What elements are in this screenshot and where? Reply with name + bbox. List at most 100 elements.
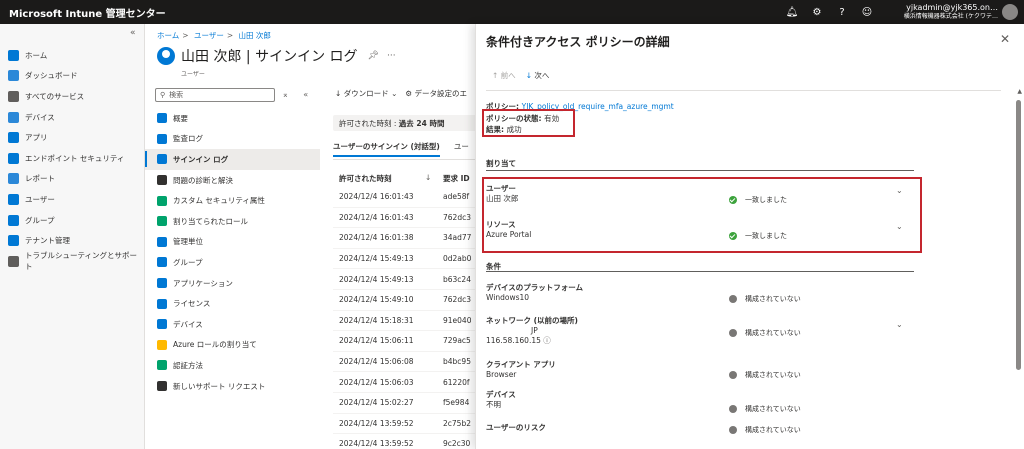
breadcrumb-home[interactable]: ホーム: [157, 31, 179, 40]
pin-icon[interactable]: 📌︎: [368, 51, 379, 61]
assignments-heading: 割り当て: [486, 159, 516, 168]
nav-item-label: トラブルシューティングとサポート: [24, 251, 138, 272]
account-info[interactable]: yjkadmin@yjk365.on… 横浜情報機器株式会社 (ケクワテ…: [904, 3, 998, 21]
time-filter[interactable]: 許可された時刻 : 過去 24 時間: [333, 115, 483, 131]
nav-item-label: すべてのサービス: [25, 91, 85, 101]
next-button[interactable]: ↓ 次へ: [526, 70, 550, 81]
menu-item-icon: [157, 298, 167, 309]
filter-clear-icon[interactable]: ⌅: [282, 90, 289, 99]
menu-item[interactable]: カスタム セキュリティ属性: [145, 190, 320, 211]
collapse-menu-button[interactable]: «: [303, 90, 308, 99]
table-row[interactable]: 2024/12/4 16:01:43 ade58f: [333, 187, 475, 208]
menu-item[interactable]: 認証方法: [145, 355, 320, 376]
gear-icon[interactable]: ⚙: [810, 5, 824, 19]
table-row[interactable]: 2024/12/4 15:02:27 f5e984: [333, 393, 475, 414]
collapse-nav-button[interactable]: «: [130, 28, 136, 38]
avatar[interactable]: [1002, 4, 1018, 20]
table-row[interactable]: 2024/12/4 15:49:13 b63c24: [333, 269, 475, 290]
table-row[interactable]: 2024/12/4 16:01:43 762dc3: [333, 208, 475, 229]
menu-item-label: Azure ロールの割り当て: [173, 340, 257, 350]
column-header-time[interactable]: 許可された時刻: [339, 173, 425, 184]
sort-icon[interactable]: ↓: [425, 173, 443, 184]
nav-item-icon: [8, 70, 19, 82]
nav-item[interactable]: テナント管理: [0, 230, 144, 251]
cell-time: 2024/12/4 13:59:52: [339, 418, 414, 428]
menu-item[interactable]: 割り当てられたロール: [145, 211, 320, 232]
menu-item-label: 割り当てられたロール: [173, 216, 248, 226]
table-row[interactable]: 2024/12/4 16:01:38 34ad77: [333, 228, 475, 249]
chevron-down-icon[interactable]: ⌄: [896, 320, 903, 329]
menu-item[interactable]: グループ: [145, 252, 320, 273]
info-icon[interactable]: ⓘ: [543, 336, 551, 345]
record-navigation: ↑ 前へ ↓ 次へ: [492, 70, 549, 81]
scroll-up-icon[interactable]: ▲: [1017, 88, 1022, 95]
menu-item-icon: [157, 360, 167, 371]
menu-item[interactable]: 管理単位: [145, 232, 320, 253]
nav-item[interactable]: デバイス: [0, 107, 144, 128]
more-icon[interactable]: ···: [387, 51, 396, 61]
nav-item[interactable]: グループ: [0, 210, 144, 231]
breadcrumb-users[interactable]: ユーザー: [194, 31, 224, 40]
menu-item[interactable]: 概要: [145, 108, 320, 129]
table-row[interactable]: 2024/12/4 15:06:08 b4bc95: [333, 352, 475, 373]
search-placeholder: 検索: [169, 91, 184, 99]
table-row[interactable]: 2024/12/4 15:06:03 61220f: [333, 372, 475, 393]
download-button[interactable]: ↓ ダウンロード ⌄: [335, 88, 397, 99]
table-row[interactable]: 2024/12/4 15:49:10 762dc3: [333, 290, 475, 311]
nav-item-icon: [8, 235, 19, 247]
menu-item[interactable]: アプリケーション: [145, 273, 320, 294]
condition-platform-status: 構成されていない: [729, 294, 801, 304]
cell-request-id: 762dc3: [443, 295, 471, 305]
nav-item[interactable]: レポート: [0, 169, 144, 190]
nav-item[interactable]: トラブルシューティングとサポート: [0, 251, 144, 272]
menu-item[interactable]: Azure ロールの割り当て: [145, 335, 320, 356]
table-row[interactable]: 2024/12/4 13:59:52 9c2c30: [333, 434, 475, 449]
nav-item[interactable]: アプリ: [0, 127, 144, 148]
menu-item[interactable]: 新しいサポート リクエスト: [145, 376, 320, 397]
nav-item[interactable]: ダッシュボード: [0, 66, 144, 87]
menu-item-icon: [157, 154, 167, 165]
highlight-box-state: [482, 109, 575, 137]
table-row[interactable]: 2024/12/4 13:59:52 2c75b2: [333, 414, 475, 435]
cell-request-id: 34ad77: [443, 233, 472, 243]
nav-item[interactable]: すべてのサービス: [0, 86, 144, 107]
table-row[interactable]: 2024/12/4 15:06:11 729ac5: [333, 331, 475, 352]
nav-item-label: アプリ: [25, 133, 48, 143]
nav-item[interactable]: ホーム: [0, 45, 144, 66]
menu-item-icon: [157, 339, 167, 350]
condition-platform: デバイスのプラットフォーム Windows10: [486, 283, 584, 302]
resource-menu: 概要 監査ログ サインイン ログ問題の診断と解決カスタム セキュリティ属性割り当てら…: [145, 108, 320, 396]
tab-interactive-signins[interactable]: ユーザーのサインイン (対話型): [333, 141, 440, 157]
menu-item[interactable]: ライセンス: [145, 293, 320, 314]
scrollbar[interactable]: [1016, 100, 1021, 370]
bell-icon[interactable]: 🔔︎: [785, 5, 799, 19]
close-icon[interactable]: ✕: [1000, 32, 1010, 46]
table-row[interactable]: 2024/12/4 15:49:13 0d2ab0: [333, 249, 475, 270]
sign-in-table: 2024/12/4 16:01:43 ade58f 2024/12/4 16:01:…: [333, 187, 475, 449]
nav-item-label: デバイス: [25, 112, 55, 122]
previous-button[interactable]: ↑ 前へ: [492, 70, 516, 81]
menu-item[interactable]: 問題の診断と解決: [145, 170, 320, 191]
breadcrumb-user[interactable]: 山田 次郎: [239, 31, 271, 40]
app-title[interactable]: Microsoft Intune 管理センター: [9, 5, 166, 20]
account-org: 横浜情報機器株式会社 (ケクワテ…: [903, 13, 998, 20]
search-input[interactable]: ⚲ 検索: [155, 88, 275, 102]
tab-noninteractive-signins[interactable]: ユー: [454, 141, 469, 157]
nav-item-label: グループ: [25, 215, 55, 225]
menu-item[interactable]: 監査ログ: [145, 129, 320, 150]
nav-item[interactable]: エンドポイント セキュリティ: [0, 148, 144, 169]
menu-item[interactable]: デバイス: [145, 314, 320, 335]
menu-item[interactable]: サインイン ログ: [145, 149, 320, 170]
nav-item[interactable]: ユーザー: [0, 189, 144, 210]
table-row[interactable]: 2024/12/4 15:18:31 91e040: [333, 311, 475, 332]
menu-item-label: 問題の診断と解決: [173, 175, 233, 185]
cell-time: 2024/12/4 16:01:43: [339, 212, 414, 222]
data-settings-button[interactable]: ⚙ データ設定のエ: [405, 88, 467, 99]
time-filter-value: 過去 24 時間: [398, 119, 445, 128]
nav-item-icon: [8, 90, 19, 102]
help-icon[interactable]: ?: [835, 5, 849, 19]
download-icon: ↓: [335, 89, 342, 98]
feedback-icon[interactable]: ☺: [860, 5, 874, 19]
column-header-request-id[interactable]: 要求 ID: [443, 173, 470, 184]
nav-item-icon: [8, 49, 19, 61]
